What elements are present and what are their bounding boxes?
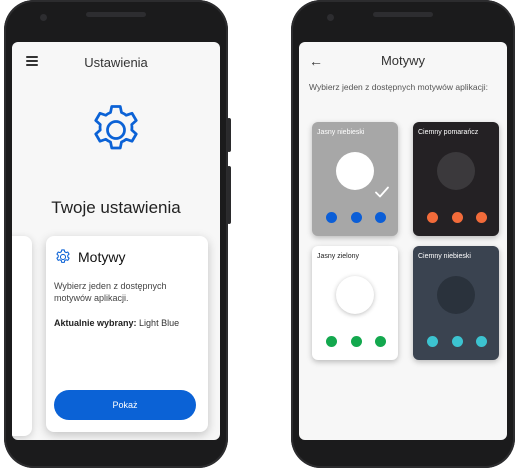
color-dot [375,336,386,347]
speaker-grille [373,12,433,17]
theme-color-dots [427,212,487,223]
theme-name: Ciemny pomarańcz [418,129,479,136]
volume-button [227,166,231,224]
power-button [227,118,231,152]
color-dot [350,212,362,223]
theme-tile-dark-blue[interactable]: Ciemny niebieski [413,246,499,360]
color-dot [427,212,438,223]
gear-icon [56,249,70,263]
theme-name: Jasny niebieski [317,129,365,136]
front-camera [40,14,47,21]
theme-tile-light-green[interactable]: Jasny zielony [312,246,398,360]
color-dot [375,212,386,223]
hamburger-menu-icon[interactable] [26,56,38,66]
card-description: Wybierz jeden z dostępnych motywów aplik… [54,281,167,303]
gear-icon [94,105,138,150]
theme-name: Ciemny niebieski [418,253,471,260]
color-dot [326,336,337,347]
front-camera [327,14,334,21]
theme-tile-dark-orange[interactable]: Ciemny pomarańcz [413,122,499,236]
color-dot [476,336,487,347]
current-theme: Aktualnie wybrany: Light Blue [54,318,179,328]
theme-preview-circle [437,276,475,314]
page-title: Motywy [380,53,426,68]
themes-description: Wybierz jeden z dostępnych motywów aplik… [309,82,488,92]
theme-tile-light-blue[interactable]: Jasny niebieski [312,122,398,236]
theme-preview-circle [336,276,374,314]
current-theme-label: Aktualnie wybrany: [54,318,137,328]
app-bar: Ustawienia [12,42,220,82]
themes-screen: ← Motywy Wybierz jeden z dostępnych moty… [299,42,507,440]
speaker-grille [86,12,146,17]
color-dot [326,212,337,223]
color-dot [350,336,362,347]
color-dot [451,336,463,347]
theme-color-dots [326,336,386,347]
phone-frame-right: ← Motywy Wybierz jeden z dostępnych moty… [291,0,515,468]
settings-heading: Twoje ustawienia [51,198,181,217]
settings-screen: Ustawienia Twoje ustawienia Motywy Wybie… [12,42,220,440]
card-title: Motywy [78,249,126,265]
theme-name: Jasny zielony [317,253,360,260]
card-header: Motywy [54,248,125,266]
current-theme-value: Light Blue [139,318,180,328]
color-dot [427,336,438,347]
theme-color-dots [427,336,487,347]
show-button[interactable]: Pokaż [54,390,196,420]
phone-frame-left: Ustawienia Twoje ustawienia Motywy Wybie… [4,0,231,468]
color-dot [476,212,487,223]
theme-preview-circle [336,152,374,190]
theme-preview-circle [437,152,475,190]
themes-card: Motywy Wybierz jeden z dostępnych motywó… [46,236,208,432]
checkmark-icon [375,186,389,198]
theme-color-dots [326,212,386,223]
page-title: Ustawienia [84,54,148,70]
previous-card[interactable] [12,236,32,436]
color-dot [451,212,463,223]
